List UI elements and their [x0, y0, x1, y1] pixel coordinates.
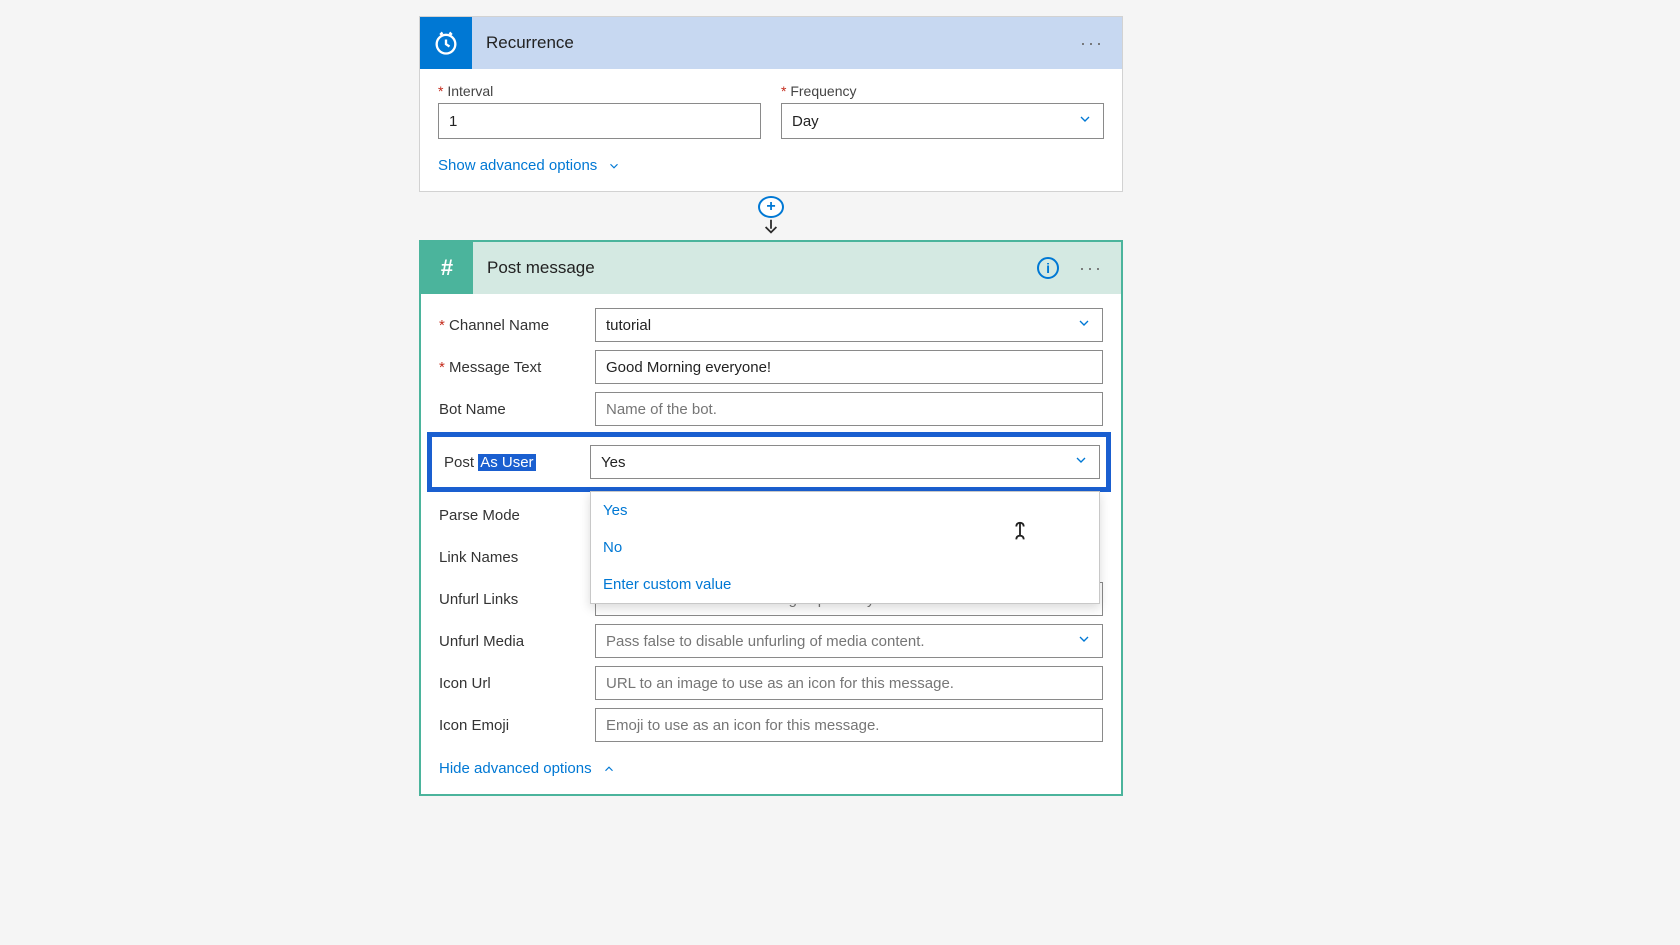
- cursor-icon: [1009, 518, 1031, 551]
- chevron-down-icon: [1076, 315, 1092, 335]
- interval-label: Interval: [438, 83, 761, 99]
- recurrence-more-button[interactable]: ···: [1074, 29, 1110, 58]
- recurrence-title: Recurrence: [486, 33, 1074, 53]
- chevron-down-icon: [1077, 111, 1093, 131]
- dropdown-option-custom[interactable]: Enter custom value: [591, 566, 1099, 603]
- unfurl-media-label: Unfurl Media: [439, 633, 595, 650]
- icon-url-input[interactable]: URL to an image to use as an icon for th…: [595, 666, 1103, 700]
- post-message-card: # Post message i ··· Channel Name tutori…: [419, 240, 1123, 796]
- frequency-value: Day: [792, 113, 819, 130]
- post-message-header: # Post message i ···: [421, 242, 1121, 294]
- info-icon[interactable]: i: [1037, 257, 1059, 279]
- show-advanced-link[interactable]: Show advanced options: [438, 157, 621, 174]
- channel-value: tutorial: [606, 317, 651, 334]
- interval-field[interactable]: [449, 104, 750, 138]
- connector: +: [419, 192, 1123, 240]
- icon-emoji-placeholder: Emoji to use as an icon for this message…: [606, 717, 879, 734]
- parse-mode-label: Parse Mode: [439, 507, 595, 524]
- interval-input[interactable]: [438, 103, 761, 139]
- post-as-user-label: Post As User: [434, 454, 590, 471]
- icon-url-label: Icon Url: [439, 675, 595, 692]
- link-names-label: Link Names: [439, 549, 595, 566]
- botname-label: Bot Name: [439, 401, 595, 418]
- message-label: Message Text: [439, 359, 595, 376]
- message-input[interactable]: [595, 350, 1103, 384]
- recurrence-body: Interval Frequency Day Show advanced opt…: [420, 69, 1122, 191]
- recurrence-card: Recurrence ··· Interval Frequency Day: [419, 16, 1123, 192]
- post-as-user-value: Yes: [601, 454, 625, 471]
- unfurl-links-label: Unfurl Links: [439, 591, 595, 608]
- hide-advanced-label: Hide advanced options: [439, 760, 592, 777]
- hash-icon: #: [421, 242, 473, 294]
- recurrence-header: Recurrence ···: [420, 17, 1122, 69]
- show-advanced-label: Show advanced options: [438, 157, 597, 174]
- post-message-body: Channel Name tutorial Message Text B: [421, 294, 1121, 794]
- botname-input[interactable]: Name of the bot.: [595, 392, 1103, 426]
- post-as-user-highlight: Post As User Yes Yes No Enter custom val…: [427, 432, 1111, 492]
- add-step-button[interactable]: +: [758, 196, 784, 218]
- post-as-user-dropdown: Yes No Enter custom value: [590, 491, 1100, 604]
- post-message-title: Post message: [487, 258, 1037, 278]
- unfurl-media-select[interactable]: Pass false to disable unfurling of media…: [595, 624, 1103, 658]
- chevron-down-icon: [1073, 452, 1089, 472]
- channel-label: Channel Name: [439, 317, 595, 334]
- botname-placeholder: Name of the bot.: [606, 401, 717, 418]
- frequency-label: Frequency: [781, 83, 1104, 99]
- clock-icon: [420, 17, 472, 69]
- icon-url-placeholder: URL to an image to use as an icon for th…: [606, 675, 954, 692]
- hide-advanced-link[interactable]: Hide advanced options: [439, 760, 616, 777]
- unfurl-media-placeholder: Pass false to disable unfurling of media…: [606, 633, 925, 650]
- frequency-select[interactable]: Day: [781, 103, 1104, 139]
- message-field[interactable]: [606, 359, 1092, 376]
- post-message-more-button[interactable]: ···: [1073, 254, 1109, 283]
- chevron-down-icon: [1076, 631, 1092, 651]
- icon-emoji-label: Icon Emoji: [439, 717, 595, 734]
- channel-select[interactable]: tutorial: [595, 308, 1103, 342]
- icon-emoji-input[interactable]: Emoji to use as an icon for this message…: [595, 708, 1103, 742]
- post-as-user-select[interactable]: Yes: [590, 445, 1100, 479]
- arrow-down-icon: [760, 218, 782, 241]
